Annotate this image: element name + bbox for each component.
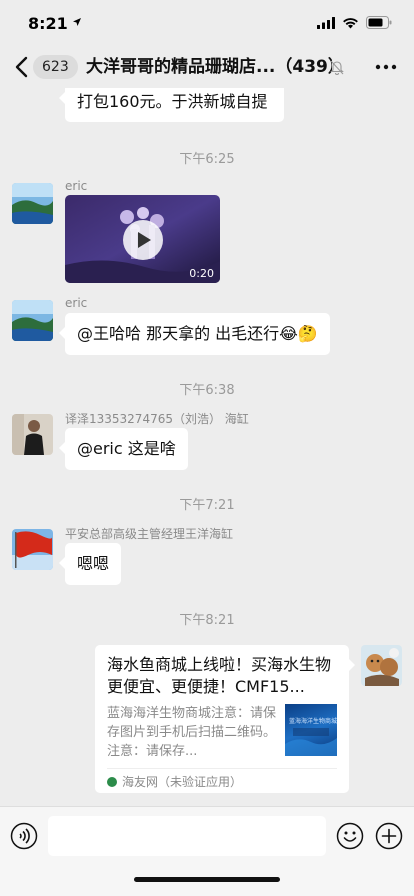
sender-name: 译泽13353274765（刘浩） 海缸 <box>65 412 249 426</box>
timestamp: 下午6:38 <box>179 383 235 398</box>
chat-title: 大洋哥哥的精品珊瑚店...（439） <box>86 57 332 77</box>
source-app-icon <box>107 776 117 787</box>
card-thumbnail-graphic <box>285 728 337 756</box>
voice-input-button[interactable] <box>10 822 38 850</box>
message-bubble[interactable]: @王哈哈 那天拿的 出毛还行😂🤔 <box>59 313 330 355</box>
battery-icon <box>366 16 392 29</box>
mute-bell-icon <box>330 60 344 75</box>
card-thumbnail: 蓝海海洋生物商城 <box>285 704 337 756</box>
card-description: 蓝海海洋生物商城注意：请保存图片到手机后扫描二维码。注意：请保存... <box>107 706 277 759</box>
card-source: 海友网（未验证应用） <box>107 773 242 790</box>
message-text: @eric 这是啥 <box>77 439 176 458</box>
timestamp: 下午8:21 <box>179 613 235 628</box>
message-input[interactable] <box>48 816 326 856</box>
sender-name: eric <box>65 179 88 193</box>
avatar-flag-image <box>12 529 53 570</box>
video-duration: 0:20 <box>189 267 214 280</box>
card-title: 海水鱼商城上线啦！买海水生物更便宜、更便捷！CMF15... <box>107 655 332 696</box>
more-options-button[interactable] <box>374 58 398 76</box>
message-text: 嗯嗯 <box>77 554 110 573</box>
video-message[interactable]: 0:20 <box>65 195 220 283</box>
play-button[interactable] <box>123 220 163 260</box>
status-icons <box>317 16 392 29</box>
avatar-person-image <box>12 414 53 455</box>
avatar[interactable] <box>12 529 53 570</box>
emoji-button[interactable] <box>336 822 364 850</box>
card-source-text: 海友网（未验证应用） <box>122 775 243 789</box>
avatar[interactable] <box>12 183 53 224</box>
timestamp: 下午7:21 <box>179 498 235 513</box>
message-bubble[interactable]: 嗯嗯 <box>58 543 122 585</box>
avatar[interactable] <box>12 414 53 455</box>
message-bubble[interactable]: @eric 这是啥 <box>59 428 188 470</box>
sender-name: eric <box>65 296 88 310</box>
avatar-landscape-image <box>12 183 53 224</box>
status-time: 8:21 <box>28 14 68 33</box>
avatar-landscape-image <box>12 300 53 341</box>
input-bar <box>0 806 414 896</box>
status-bar: 8:21 <box>0 0 414 46</box>
wifi-icon <box>343 17 358 28</box>
back-button[interactable] <box>12 54 34 80</box>
home-indicator[interactable] <box>134 877 280 882</box>
avatar-toys-image <box>361 645 402 686</box>
link-card-message[interactable]: 海水鱼商城上线啦！买海水生物更便宜、更便捷！CMF15... 蓝海海洋生物商城注… <box>95 645 355 793</box>
card-divider <box>107 768 337 769</box>
message-bubble[interactable]: 打包160元。于洪新城自提 <box>59 88 284 122</box>
unread-count-badge[interactable]: 623 <box>33 55 78 79</box>
location-arrow-icon <box>73 18 81 26</box>
self-avatar[interactable] <box>361 645 402 686</box>
more-functions-button[interactable] <box>375 822 403 850</box>
chat-header: 623 大洋哥哥的精品珊瑚店...（439） <box>0 46 414 88</box>
cellular-signal-icon <box>317 16 335 29</box>
sender-name: 平安总部高级主管经理王洋海缸 <box>65 527 234 541</box>
message-text: 打包160元。于洪新城自提 <box>77 92 268 111</box>
timestamp: 下午6:25 <box>179 152 235 167</box>
message-list[interactable]: 打包160元。于洪新城自提 下午6:25 eric 0:20 eric @王哈哈… <box>0 88 414 806</box>
avatar[interactable] <box>12 300 53 341</box>
message-text: @王哈哈 那天拿的 出毛还行😂🤔 <box>77 324 318 343</box>
